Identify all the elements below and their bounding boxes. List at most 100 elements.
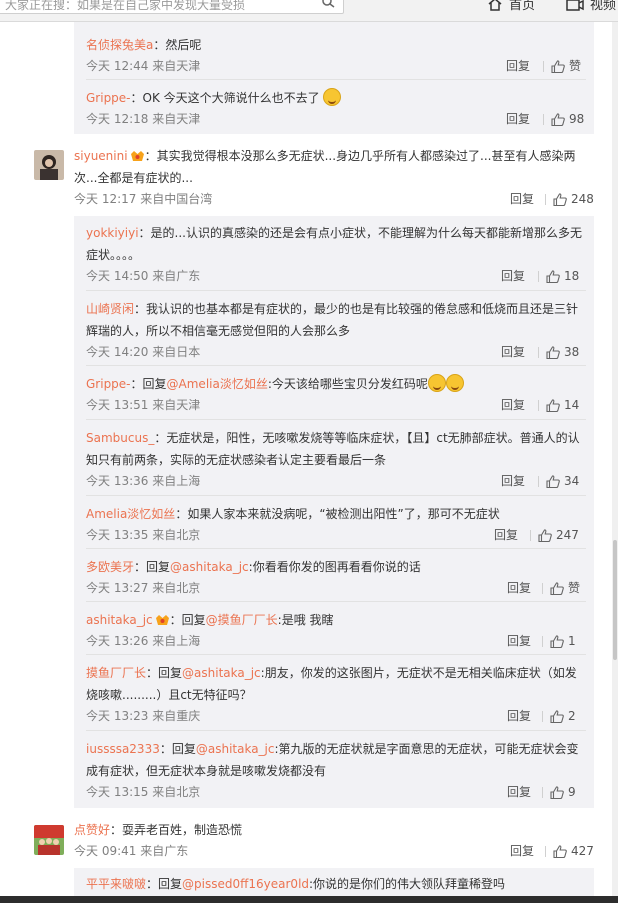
- like-count: 2: [568, 709, 576, 723]
- reply-button[interactable]: 回复: [507, 631, 531, 651]
- reply-text: ：回复: [130, 377, 167, 391]
- divider: [542, 636, 543, 647]
- vip-badge-icon: [155, 615, 169, 625]
- reply-username[interactable]: Amelia淡忆如丝: [86, 507, 175, 521]
- reply-button[interactable]: 回复: [506, 109, 530, 129]
- like-button[interactable]: 248: [553, 189, 594, 209]
- search-icon[interactable]: [321, 0, 335, 8]
- like-button[interactable]: 34: [546, 471, 579, 491]
- like-button[interactable]: 38: [546, 342, 579, 362]
- reply-button[interactable]: 回复: [510, 841, 534, 861]
- reply-button[interactable]: 回复: [507, 706, 531, 726]
- scrollbar-track[interactable]: [612, 22, 618, 903]
- reply-button[interactable]: 回复: [507, 782, 531, 802]
- like-button[interactable]: 14: [546, 395, 579, 415]
- mention-link[interactable]: @ashitaka_jc: [182, 666, 261, 680]
- like-button[interactable]: 247: [538, 525, 579, 545]
- heart-eyes-emoji-icon: [445, 374, 464, 392]
- reply-username[interactable]: Grippe-: [86, 377, 131, 391]
- reply-time: 今天 12:18 来自天津: [86, 112, 201, 126]
- reply-username[interactable]: Sambucus_: [86, 431, 154, 445]
- reply-text: :你看看你发的图再看看你说的话: [248, 560, 421, 574]
- like-button[interactable]: 18: [546, 266, 579, 286]
- like-count: 427: [571, 844, 594, 858]
- comment-time: 今天 09:41 来自广东: [74, 844, 189, 858]
- divider: [545, 194, 546, 205]
- like-button[interactable]: 9: [550, 782, 576, 802]
- thumbs-up-icon: [550, 581, 564, 595]
- search-input[interactable]: 大家正在搜：如果是在自己家中发现大量受损: [0, 0, 344, 14]
- reply-text: ：回复: [146, 666, 183, 680]
- reply-time: 今天 13:15 来自北京: [86, 785, 201, 799]
- reply-button[interactable]: 回复: [501, 471, 525, 491]
- reply-text: ：是的...认识的真感染的还是会有点小症状，不能理解为什么每天都能新增那么多无症…: [86, 226, 582, 262]
- comment-username[interactable]: 点赞好: [74, 823, 110, 837]
- comment-item: 点赞好：耍弄老百姓，制造恐慌 今天 09:41 来自广东 回复 427: [74, 819, 596, 861]
- reply-button[interactable]: 回复: [501, 342, 525, 362]
- comment-time: 今天 12:17 来自中国台湾: [74, 192, 213, 206]
- mention-link[interactable]: @摸鱼厂厂长: [206, 613, 278, 627]
- like-count: 赞: [569, 59, 582, 73]
- reply-username[interactable]: ashitaka_jc: [86, 613, 153, 627]
- reply-username[interactable]: iussssa2333: [86, 742, 160, 756]
- reply-button[interactable]: 回复: [494, 525, 518, 545]
- reply-block: 名侦探兔美a：然后呢 今天 12:44 来自天津 回复 赞 Grippe-：OK…: [74, 22, 594, 134]
- nav-home[interactable]: 首页: [487, 0, 535, 13]
- divider: [542, 787, 543, 798]
- reply-username[interactable]: 山崎贤闲: [86, 302, 134, 316]
- reply-time: 今天 14:20 来自日本: [86, 345, 201, 359]
- like-button[interactable]: 427: [553, 841, 594, 861]
- like-count: 98: [569, 112, 585, 126]
- reply-username[interactable]: 名侦探兔美a: [86, 38, 153, 52]
- reply-text: ：OK 今天这个大筛说什么也不去了: [130, 91, 320, 105]
- comment-username[interactable]: siyuenini: [74, 149, 128, 163]
- like-count: 247: [556, 528, 579, 542]
- reply-text: ：回复: [159, 742, 196, 756]
- nav-home-label: 首页: [509, 0, 536, 13]
- reply-time: 今天 13:27 来自北京: [86, 581, 201, 595]
- like-count: 14: [564, 398, 580, 412]
- scrollbar-thumb[interactable]: [613, 540, 617, 660]
- reply-item: Amelia淡忆如丝：如果人家本来就没病呢，“被检测出阳性”了，那可不无症状 今…: [86, 495, 586, 545]
- reply-time: 今天 13:23 来自重庆: [86, 709, 201, 723]
- reply-button[interactable]: 回复: [501, 395, 525, 415]
- nav-video[interactable]: 视频: [566, 0, 616, 13]
- mention-link[interactable]: @ashitaka_jc: [170, 560, 249, 574]
- window-bottom-edge: [0, 896, 618, 903]
- reply-button[interactable]: 回复: [507, 578, 531, 598]
- reply-item: 多欧美牙：回复@ashitaka_jc:你看看你发的图再看看你说的话 今天 13…: [86, 548, 586, 598]
- reply-button[interactable]: 回复: [501, 266, 525, 286]
- avatar[interactable]: [34, 150, 64, 180]
- reply-item: ashitaka_jc ：回复@摸鱼厂厂长:是哦 我瞎 今天 13:26 来自上海…: [86, 601, 586, 651]
- comment-text: ：耍弄老百姓，制造恐慌: [110, 823, 243, 837]
- reply-text: ：回复: [169, 613, 206, 627]
- divider: [530, 530, 531, 541]
- reply-block: yokkiyiyi：是的...认识的真感染的还是会有点小症状，不能理解为什么每天…: [74, 216, 594, 808]
- mention-link[interactable]: @Amelia淡忆如丝: [167, 377, 268, 391]
- divider: [538, 400, 539, 411]
- reply-username[interactable]: 平平来啵啵: [86, 877, 146, 891]
- like-button[interactable]: 赞: [550, 578, 580, 598]
- reply-text: :是哦 我瞎: [277, 613, 334, 627]
- mention-link[interactable]: @pissed0ff16year0ld: [182, 877, 309, 891]
- avatar[interactable]: [34, 825, 64, 855]
- search-placeholder: 大家正在搜：如果是在自己家中发现大量受损: [5, 0, 246, 12]
- reply-username[interactable]: 多欧美牙: [86, 560, 134, 574]
- divider: [538, 476, 539, 487]
- reply-username[interactable]: 摸鱼厂厂长: [86, 666, 146, 680]
- reply-button[interactable]: 回复: [510, 189, 534, 209]
- reply-text: :你说的是你们的伟大领队拜童稀登吗: [309, 877, 506, 891]
- like-button[interactable]: 2: [550, 706, 576, 726]
- home-icon: [488, 0, 502, 11]
- top-navigation-bar: 大家正在搜：如果是在自己家中发现大量受损 首页 视频: [0, 0, 618, 22]
- mention-link[interactable]: @ashitaka_jc: [196, 742, 275, 756]
- reply-item: 名侦探兔美a：然后呢 今天 12:44 来自天津 回复 赞: [86, 34, 586, 76]
- reply-username[interactable]: yokkiyiyi: [86, 226, 139, 240]
- like-button[interactable]: 98: [551, 109, 584, 129]
- thumbs-up-icon: [551, 59, 565, 73]
- like-button[interactable]: 赞: [551, 56, 581, 76]
- reply-username[interactable]: Grippe-: [86, 91, 131, 105]
- like-button[interactable]: 1: [550, 631, 576, 651]
- comment-text: ：其实我觉得根本没那么多无症状...身边几乎所有人都感染过了...甚至有人感染两…: [74, 149, 576, 185]
- reply-button[interactable]: 回复: [506, 56, 530, 76]
